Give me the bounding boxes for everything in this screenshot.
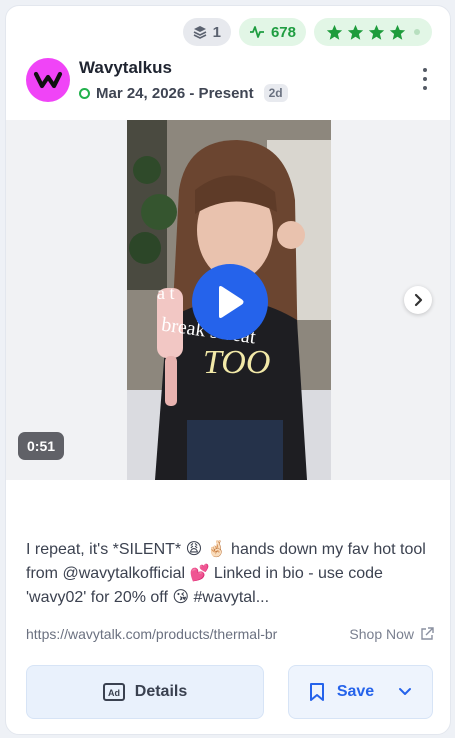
details-button[interactable]: Ad Details [26,665,264,719]
chevron-down-icon[interactable] [398,687,412,697]
layers-count: 1 [212,23,221,41]
destination-url[interactable]: https://wavytalk.com/products/thermal-br [26,626,277,642]
layers-badge[interactable]: 1 [182,18,231,46]
date-range: Mar 24, 2026 - Present [96,84,254,102]
age-badge: 2d [263,84,288,102]
save-button[interactable]: Save [288,665,433,719]
account-name[interactable]: Wavytalkus [79,58,172,78]
next-media-button[interactable] [404,286,432,314]
bookmark-icon [309,683,324,701]
star-icon [389,24,406,40]
ad-icon: Ad [102,683,125,701]
more-options-button[interactable] [420,68,430,90]
star-icon [326,24,343,40]
brand-logo-icon [33,71,63,89]
media-area[interactable]: a t break sweat TOO 0:51 [6,120,450,480]
star-icon [368,24,385,40]
external-link-icon [421,627,434,640]
ad-card: 1 678 Wavytalkus Mar 24, 2026 - Present … [5,5,451,735]
overlay-text-big: TOO [203,344,271,381]
svg-text:Ad: Ad [108,688,120,698]
video-duration: 0:51 [18,432,65,460]
activity-icon [249,26,264,38]
dot [423,86,427,90]
play-button[interactable] [192,264,268,340]
rating-empty-dot [414,29,420,35]
shop-now-link[interactable]: Shop Now [349,626,434,642]
date-range-row: Mar 24, 2026 - Present 2d [79,84,288,102]
avatar[interactable] [26,58,70,102]
badge-row: 1 678 [182,18,432,46]
layers-icon [193,26,206,39]
save-label: Save [336,683,375,700]
post-caption: I repeat, it's *SILENT* 😩 🤞🏻 hands down … [26,541,426,606]
play-icon [219,286,244,318]
star-icon [347,24,364,40]
rating-badge [314,18,432,46]
details-label: Details [134,683,188,700]
active-status-icon [79,87,90,99]
dot [423,77,427,81]
chevron-right-icon [414,293,423,307]
activity-badge[interactable]: 678 [238,18,306,46]
link-row: https://wavytalk.com/products/thermal-br… [26,626,434,642]
overlay-text-1: a t [157,283,175,303]
dot [423,68,427,72]
activity-count: 678 [270,23,296,41]
shop-now-label: Shop Now [349,626,414,642]
